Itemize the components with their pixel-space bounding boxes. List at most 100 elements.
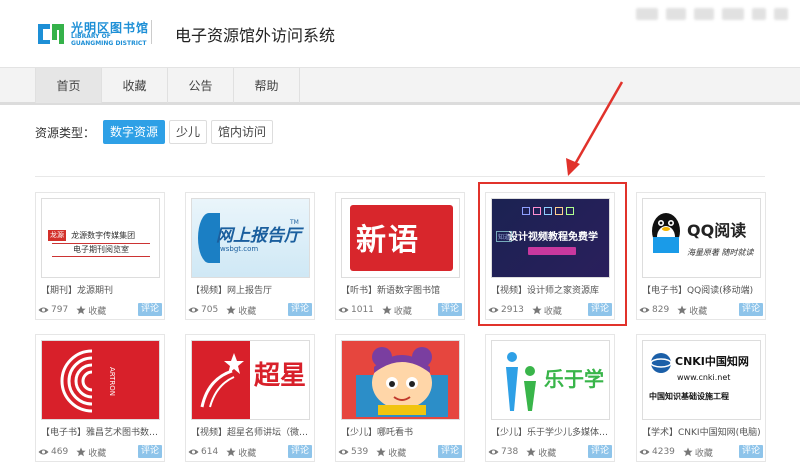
card-thumbnail[interactable]: CNKI中国知网 www.cnki.net 中国知识基础设施工程 <box>642 340 761 420</box>
thumb-text: 新语 <box>356 223 420 258</box>
comment-button[interactable]: 评论 <box>437 445 462 458</box>
star-icon <box>76 447 86 457</box>
view-count-value: 614 <box>201 447 219 457</box>
qq-penguin-icon <box>652 213 680 253</box>
view-count-value: 797 <box>51 305 69 315</box>
resource-card-cnki[interactable]: CNKI中国知网 www.cnki.net 中国知识基础设施工程 【学术】CNK… <box>636 334 766 462</box>
comment-button[interactable]: 评论 <box>738 445 763 458</box>
card-meta: 797 收藏 评论 <box>38 303 164 317</box>
eye-icon <box>639 449 650 455</box>
card-title[interactable]: 【视频】超星名师讲坛（微信... <box>191 425 311 438</box>
cnki-globe-icon <box>650 353 672 373</box>
comment-button[interactable]: 评论 <box>437 303 462 316</box>
thumb-text: ARTRON <box>108 367 116 397</box>
card-title[interactable]: 【少儿】乐于学少儿多媒体图... <box>491 425 611 438</box>
thumb-text: 龙源数字传媒集团 <box>71 231 136 240</box>
view-count-value: 469 <box>51 447 69 457</box>
longyuan-badge: 龙源 <box>48 230 66 241</box>
card-thumbnail[interactable]: 龙源 龙源数字传媒集团 电子期刊阅览室 <box>41 198 160 278</box>
favorite-button[interactable]: 收藏 <box>76 446 106 459</box>
card-meta: 829 收藏 评论 <box>639 303 765 317</box>
eye-icon <box>188 449 199 455</box>
card-title[interactable]: 【电子书】雅昌艺术图书数据... <box>41 425 161 438</box>
favorite-label: 收藏 <box>88 306 107 317</box>
favorite-button[interactable]: 收藏 <box>677 304 707 317</box>
card-thumbnail[interactable] <box>341 340 460 420</box>
card-title[interactable]: 【听书】新语数字图书馆 <box>341 283 461 296</box>
star-icon <box>226 305 236 315</box>
favorite-label: 收藏 <box>88 448 107 459</box>
favorite-button[interactable]: 收藏 <box>526 446 556 459</box>
card-thumbnail[interactable]: 乐于学 <box>491 340 610 420</box>
card-title[interactable]: 【少儿】哪吒看书 <box>341 425 461 438</box>
card-thumbnail[interactable]: ARTRON <box>41 340 160 420</box>
star-icon <box>382 305 392 315</box>
comment-button[interactable]: 评论 <box>287 303 312 316</box>
card-title[interactable]: 【期刊】龙源期刊 <box>41 283 161 296</box>
comment-button[interactable]: 评论 <box>137 303 162 316</box>
favorite-button[interactable]: 收藏 <box>226 446 256 459</box>
resource-card-chaoxing[interactable]: 超星 【视频】超星名师讲坛（微信... 614 收藏 评论 <box>185 334 315 462</box>
view-count: 829 <box>639 305 669 315</box>
card-title[interactable]: 【电子书】QQ阅读(移动端) <box>642 283 762 296</box>
comment-button[interactable]: 评论 <box>287 445 312 458</box>
view-count: 614 <box>188 447 218 457</box>
favorite-button[interactable]: 收藏 <box>382 304 412 317</box>
favorite-label: 收藏 <box>388 448 407 459</box>
card-meta: 705 收藏 评论 <box>188 303 314 317</box>
card-thumbnail[interactable]: QQ阅读 海量原著 随时就读 <box>642 198 761 278</box>
thumb-text: QQ阅读 <box>687 221 747 240</box>
thumb-text: 乐于学 <box>544 367 604 391</box>
resource-card-leyuxue[interactable]: 乐于学 【少儿】乐于学少儿多媒体图... 738 收藏 评论 <box>485 334 615 462</box>
thumb-subtext: 中国知识基础设施工程 <box>649 392 729 401</box>
card-meta: 4239 收藏 评论 <box>639 445 765 459</box>
thumb-subtext: 海量原著 随时就读 <box>687 248 754 257</box>
view-count-value: 4239 <box>652 447 675 457</box>
thumb-text: 超星 <box>254 361 307 391</box>
favorite-label: 收藏 <box>694 448 713 459</box>
star-icon <box>683 447 693 457</box>
favorite-label: 收藏 <box>238 448 257 459</box>
favorite-button[interactable]: 收藏 <box>226 304 256 317</box>
view-count: 469 <box>38 447 68 457</box>
eye-icon <box>338 449 349 455</box>
resource-card-longyuan[interactable]: 龙源 龙源数字传媒集团 电子期刊阅览室 【期刊】龙源期刊 797 收藏 评论 <box>35 192 165 320</box>
comment-button[interactable]: 评论 <box>137 445 162 458</box>
favorite-button[interactable]: 收藏 <box>683 446 713 459</box>
card-thumbnail[interactable]: 超星 <box>191 340 310 420</box>
view-count: 797 <box>38 305 68 315</box>
card-meta: 614 收藏 评论 <box>188 445 314 459</box>
favorite-label: 收藏 <box>393 306 412 317</box>
resource-card-online-lecture-hall[interactable]: 网上报告厅 TM wsbgt.com 【视频】网上报告厅 705 收藏 评论 <box>185 192 315 320</box>
resource-card-qq-reading[interactable]: QQ阅读 海量原著 随时就读 【电子书】QQ阅读(移动端) 829 收藏 评论 <box>636 192 766 320</box>
view-count: 738 <box>488 447 518 457</box>
leyuxue-logo-icon <box>506 352 536 411</box>
star-icon <box>526 447 536 457</box>
card-title[interactable]: 【学术】CNKI中国知网(电脑) <box>642 425 762 438</box>
resource-card-nezha[interactable]: 【少儿】哪吒看书 539 收藏 评论 <box>335 334 465 462</box>
favorite-button[interactable]: 收藏 <box>376 446 406 459</box>
thumb-url: www.cnki.net <box>677 373 731 382</box>
star-icon <box>226 447 236 457</box>
favorite-label: 收藏 <box>238 306 257 317</box>
card-meta: 469 收藏 评论 <box>38 445 164 459</box>
resource-card-artron[interactable]: ARTRON 【电子书】雅昌艺术图书数据... 469 收藏 评论 <box>35 334 165 462</box>
favorite-label: 收藏 <box>538 448 557 459</box>
card-title[interactable]: 【视频】网上报告厅 <box>191 283 311 296</box>
resource-card-xinyu[interactable]: 新语 【听书】新语数字图书馆 1011 收藏 评论 <box>335 192 465 320</box>
favorite-label: 收藏 <box>689 306 708 317</box>
card-thumbnail[interactable]: 网上报告厅 TM wsbgt.com <box>191 198 310 278</box>
card-meta: 1011 收藏 评论 <box>338 303 464 317</box>
star-icon <box>677 305 687 315</box>
chaoxing-star-icon <box>200 353 244 408</box>
comment-button[interactable]: 评论 <box>587 445 612 458</box>
resource-grid: 龙源 龙源数字传媒集团 电子期刊阅览室 【期刊】龙源期刊 797 收藏 评论 网… <box>0 0 800 472</box>
thumb-text: 网上报告厅 <box>216 226 301 246</box>
card-thumbnail[interactable]: 新语 <box>341 198 460 278</box>
artron-logo-icon <box>60 345 116 417</box>
eye-icon <box>188 307 199 313</box>
thumb-subtext: wsbgt.com <box>220 245 259 253</box>
view-count: 1011 <box>338 305 374 315</box>
favorite-button[interactable]: 收藏 <box>76 304 106 317</box>
comment-button[interactable]: 评论 <box>738 303 763 316</box>
